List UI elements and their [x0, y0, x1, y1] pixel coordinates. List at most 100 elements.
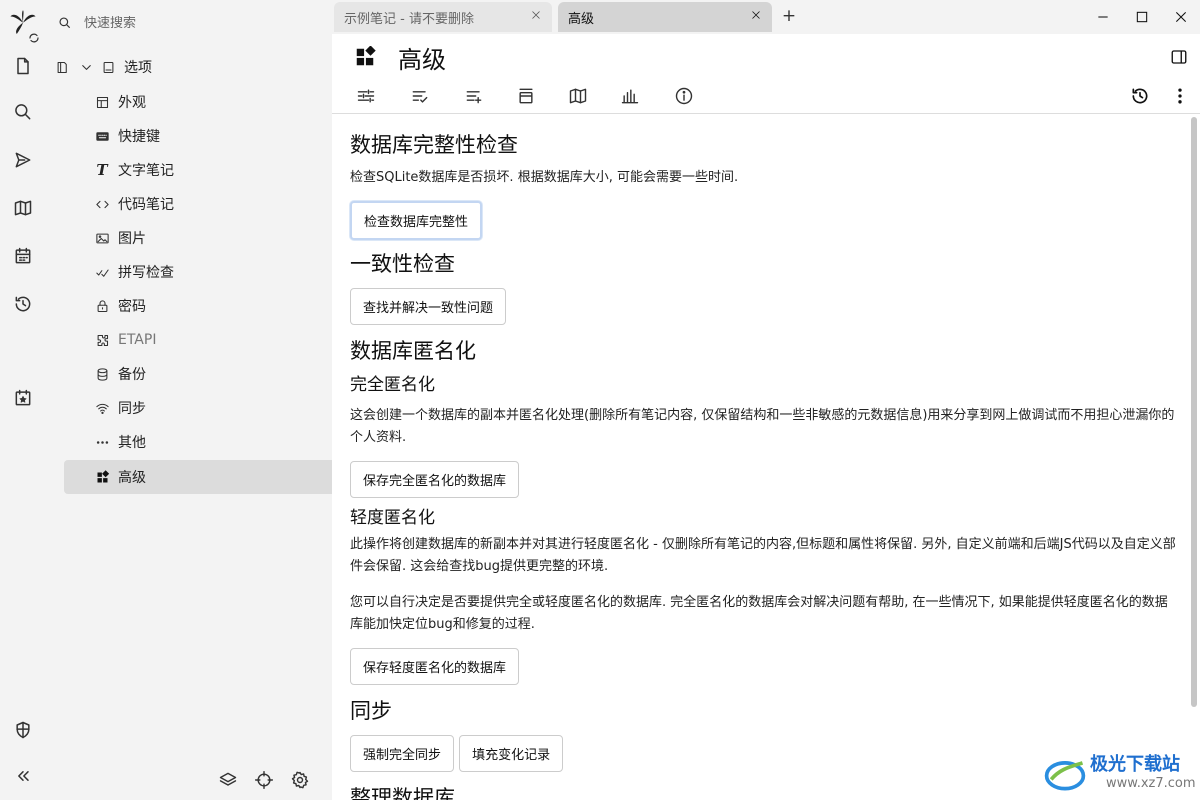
shield-icon[interactable]: [0, 712, 46, 748]
integrity-description: 检查SQLite数据库是否损坏. 根据数据库大小, 可能会需要一些时间.: [350, 170, 739, 185]
section-title-anonymize: 数据库匿名化: [350, 339, 476, 363]
note-header: 高级: [332, 34, 1200, 78]
maximize-icon[interactable]: [1131, 6, 1153, 28]
subsection-title-full-anonymize: 完全匿名化: [350, 375, 435, 395]
history-icon[interactable]: [0, 286, 46, 322]
spellcheck-icon: [94, 264, 110, 280]
quick-search[interactable]: [54, 8, 324, 38]
panel-icon[interactable]: [514, 84, 538, 108]
ribbon-toolbar: [332, 78, 1200, 114]
tree-item-text-notes[interactable]: T 文字笔记: [94, 153, 332, 187]
find-fix-consistency-button[interactable]: 查找并解决一致性问题: [350, 288, 507, 325]
tree-item-appearance[interactable]: 外观: [94, 85, 332, 119]
watermark-text: 极光下载站: [1090, 754, 1180, 775]
lock-icon: [94, 298, 110, 314]
layers-icon[interactable]: [218, 770, 240, 792]
tree-item-label: 代码笔记: [118, 197, 174, 213]
tab-bar: 示例笔记 - 请不要删除 高级 +: [332, 0, 1200, 34]
info-icon[interactable]: [672, 84, 696, 108]
force-full-sync-button[interactable]: 强制完全同步: [350, 735, 455, 772]
section-title-sync: 同步: [350, 699, 392, 723]
watermark-url: www.xz7.com: [1106, 776, 1196, 791]
quick-search-input[interactable]: [84, 15, 304, 31]
text-icon: T: [96, 161, 108, 179]
code-icon: [94, 196, 110, 212]
calendar-icon[interactable]: [0, 238, 46, 274]
collapse-sidebar-icon[interactable]: [0, 758, 46, 794]
tree-item-label: 外观: [118, 95, 146, 111]
tree-item-etapi[interactable]: ETAPI: [94, 323, 332, 357]
note-title[interactable]: 高级: [398, 40, 446, 75]
tab-advanced[interactable]: 高级: [558, 2, 772, 32]
crosshair-icon[interactable]: [254, 770, 276, 792]
bar-chart-icon[interactable]: [618, 84, 642, 108]
tree-item-images[interactable]: 图片: [94, 221, 332, 255]
tree-root-label: 选项: [124, 60, 152, 76]
map-icon[interactable]: [0, 190, 46, 226]
gear-icon[interactable]: [290, 770, 312, 792]
tab-sample-notes[interactable]: 示例笔记 - 请不要删除: [334, 2, 552, 32]
new-note-icon[interactable]: [0, 48, 46, 84]
image-icon: [94, 230, 110, 246]
tab-label: 示例笔记 - 请不要删除: [344, 11, 474, 27]
section-title-consistency: 一致性检查: [350, 252, 455, 276]
check-integrity-button[interactable]: 检查数据库完整性: [350, 201, 483, 240]
puzzle-icon: [94, 332, 110, 348]
keyboard-icon: [94, 128, 110, 144]
tree-item-label: 高级: [118, 470, 146, 486]
launcher-bar: [0, 0, 46, 800]
tree-item-other[interactable]: 其他: [94, 425, 332, 459]
database-icon: [94, 366, 110, 382]
notes-icon: [100, 59, 116, 75]
search-icon[interactable]: [0, 94, 46, 130]
chevron-down-icon[interactable]: [78, 59, 94, 75]
watermark-logo-icon: [1044, 761, 1086, 791]
close-icon[interactable]: [750, 9, 764, 23]
send-icon[interactable]: [0, 142, 46, 178]
tree-item-shortcuts[interactable]: 快捷键: [94, 119, 332, 153]
tree-item-label: 拼写检查: [118, 265, 174, 281]
playlist-add-icon[interactable]: [462, 84, 486, 108]
note-list-check-icon[interactable]: [408, 84, 432, 108]
grid-icon: [94, 469, 110, 485]
section-title-integrity: 数据库完整性检查: [350, 133, 518, 157]
save-light-anonymized-button[interactable]: 保存轻度匿名化的数据库: [350, 648, 520, 685]
map-icon[interactable]: [566, 84, 590, 108]
fill-entity-changes-button[interactable]: 填充变化记录: [459, 735, 564, 772]
tree-item-advanced[interactable]: 高级: [64, 460, 332, 494]
book-icon[interactable]: [54, 59, 70, 75]
new-tab-button[interactable]: +: [780, 7, 798, 25]
tree-item-code-notes[interactable]: 代码笔记: [94, 187, 332, 221]
tree-item-label: ETAPI: [118, 332, 157, 348]
sliders-icon[interactable]: [354, 84, 378, 108]
content-scrollbar[interactable]: [1188, 115, 1200, 800]
search-icon: [58, 16, 72, 30]
tree-item-label: 文字笔记: [118, 163, 174, 179]
options-content: 数据库完整性检查 检查SQLite数据库是否损坏. 根据数据库大小, 可能会需要…: [332, 115, 1188, 800]
tree-item-sync[interactable]: 同步: [94, 391, 332, 425]
tree-item-spellcheck[interactable]: 拼写检查: [94, 255, 332, 289]
tree-item-label: 同步: [118, 401, 146, 417]
tree-item-backup[interactable]: 备份: [94, 357, 332, 391]
today-icon[interactable]: [0, 380, 46, 416]
tab-label: 高级: [568, 11, 595, 27]
tree-item-label: 快捷键: [118, 129, 160, 145]
dots-icon: [94, 434, 110, 450]
tree-item-label: 图片: [118, 231, 146, 247]
anonymize-choice-description: 您可以自行决定是否要提供完全或轻度匿名化的数据库. 完全匿名化的数据库会对解决问…: [350, 595, 1168, 632]
tree-item-label: 其他: [118, 435, 146, 451]
history-icon[interactable]: [1128, 84, 1152, 108]
more-vertical-icon[interactable]: [1168, 84, 1192, 108]
grid-icon[interactable]: [354, 46, 376, 68]
close-icon[interactable]: [530, 9, 544, 23]
tree-root-options[interactable]: 选项: [54, 50, 324, 84]
app-logo-icon[interactable]: [0, 4, 46, 44]
toggle-right-pane-icon[interactable]: [1170, 48, 1190, 68]
scrollbar-thumb[interactable]: [1191, 117, 1197, 707]
tree-item-label: 密码: [118, 299, 146, 315]
save-full-anonymized-button[interactable]: 保存完全匿名化的数据库: [350, 461, 520, 498]
minimize-icon[interactable]: [1092, 6, 1114, 28]
light-anonymize-description: 此操作将创建数据库的新副本并对其进行轻度匿名化 - 仅删除所有笔记的内容,但标题…: [350, 537, 1176, 574]
tree-item-password[interactable]: 密码: [94, 289, 332, 323]
window-close-icon[interactable]: [1170, 6, 1192, 28]
